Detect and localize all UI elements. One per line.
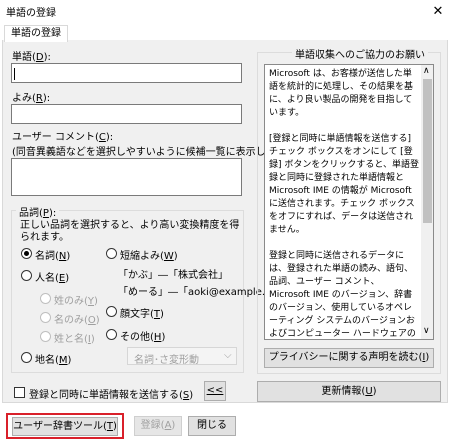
given-suffix: ): [95, 315, 100, 326]
comment-label-text: ユーザー コメント(: [12, 132, 99, 143]
radio-full-name-label[interactable]: 姓と名(I): [54, 330, 95, 345]
short-key: W: [163, 251, 174, 262]
emoticon-text: 顔文字(: [120, 309, 154, 320]
radio-given-only[interactable]: [40, 312, 51, 323]
privacy-text-area[interactable]: Microsoft は、お客様が送信した単語を統計的に処理し、その結果を基に、よ…: [264, 64, 434, 340]
register-text: 登録(: [140, 420, 165, 431]
scroll-down-icon[interactable]: ∨: [423, 326, 430, 336]
privacy-scrollbar[interactable]: ∧ ∨: [421, 65, 433, 339]
privacy-text: Microsoft は、お客様が送信した単語を統計的に処理し、その結果を基に、よ…: [269, 69, 420, 339]
chevron-down-icon: ⌵: [224, 350, 232, 361]
privacy-btn-text: プライバシーに関する声明を読む(: [268, 352, 423, 363]
person-suffix: ): [65, 273, 70, 284]
tab-word-registration[interactable]: 単語の登録: [4, 25, 68, 42]
radio-emoticon-label[interactable]: 顔文字(T): [120, 305, 164, 320]
radio-surname-only-label[interactable]: 姓のみ(Y): [54, 292, 98, 307]
send-text: 登録と同時に単語情報を送信する(: [29, 390, 183, 401]
radio-given-only-label[interactable]: 名のみ(O): [54, 311, 100, 326]
short-suffix: ): [173, 251, 178, 262]
place-suffix: ): [67, 355, 72, 366]
person-text: 人名(: [35, 273, 59, 284]
privacy-btn-suffix: ): [425, 352, 430, 363]
privacy-statement-button[interactable]: プライバシーに関する声明を読む(I): [264, 348, 434, 368]
title-bar: 単語の登録 ✕: [0, 0, 450, 24]
short-text: 短縮よみ(: [120, 251, 164, 262]
word-input[interactable]: [11, 63, 242, 83]
send-word-info-label[interactable]: 登録と同時に単語情報を送信する(S): [29, 386, 193, 401]
reading-input[interactable]: [11, 104, 242, 124]
send-word-info-checkbox[interactable]: [14, 387, 25, 398]
surname-suffix: ): [94, 296, 98, 307]
subcategory-value: 名詞･さ変形動: [134, 355, 199, 366]
udt-text: ユーザー辞書ツール(: [13, 421, 107, 432]
radio-other[interactable]: [106, 329, 117, 340]
close-button[interactable]: 閉じる: [188, 416, 236, 436]
pos-title-text: 品詞(: [19, 208, 43, 219]
other-text: その他(: [120, 332, 154, 343]
pos-title-suffix: ):: [48, 208, 57, 219]
surname-text: 姓のみ(: [54, 296, 88, 307]
radio-short-reading[interactable]: [106, 248, 117, 259]
given-key: O: [87, 315, 96, 326]
place-key: M: [58, 355, 68, 366]
radio-other-label[interactable]: その他(H): [120, 328, 165, 343]
fullname-text: 姓と名(: [54, 334, 88, 345]
comment-label: ユーザー コメント(C):: [12, 128, 113, 143]
update-suffix: ): [372, 386, 377, 397]
update-info-button[interactable]: 更新情報(U): [257, 381, 441, 402]
reading-label-suffix: ):: [42, 93, 51, 104]
other-suffix: ): [161, 332, 166, 343]
send-suffix: ): [189, 390, 194, 401]
word-registration-window: 単語の登録 ✕ 単語の登録 単語(D): よみ(R): ユーザー コメント(C)…: [0, 0, 450, 442]
radio-surname-only[interactable]: [40, 293, 51, 304]
user-dictionary-tool-button[interactable]: ユーザー辞書ツール(T): [12, 417, 118, 436]
collapse-button[interactable]: <<: [204, 381, 226, 401]
reading-label-key: R: [35, 93, 43, 104]
given-text: 名のみ(: [54, 315, 88, 326]
radio-person-name-label[interactable]: 人名(E): [35, 269, 69, 284]
comment-label-suffix: ):: [105, 132, 114, 143]
radio-short-reading-label[interactable]: 短縮よみ(W): [120, 247, 178, 262]
radio-place-name[interactable]: [21, 352, 32, 363]
word-label-text: 単語(: [12, 52, 36, 63]
reading-label-text: よみ(: [12, 93, 36, 104]
tab-label: 単語の登録: [11, 28, 61, 39]
privacy-group-title: 単語収集へのご協力のお願い: [292, 46, 428, 61]
update-key: U: [365, 386, 373, 397]
radio-person-name[interactable]: [21, 270, 32, 281]
close-text: 閉じる: [197, 420, 227, 431]
close-icon[interactable]: ✕: [426, 1, 450, 23]
radio-noun[interactable]: [21, 248, 32, 259]
comment-input[interactable]: [11, 158, 242, 196]
collapse-label: <<: [206, 385, 224, 396]
reading-label: よみ(R):: [12, 89, 50, 104]
scroll-up-icon[interactable]: ∧: [423, 66, 430, 76]
scroll-thumb[interactable]: [423, 79, 432, 223]
register-suffix: ): [171, 420, 176, 431]
pos-group-title: 品詞(P):: [16, 204, 60, 219]
word-label-key: D: [35, 52, 44, 63]
place-text: 地名(: [35, 355, 59, 366]
noun-text: 名詞(: [35, 251, 59, 262]
word-label: 単語(D):: [12, 48, 51, 63]
comment-hint: (同音異義語などを選択しやすいように候補一覧に表示します): [12, 147, 290, 158]
example-kabu: 「かぶ」―「株式会社」: [118, 270, 228, 281]
radio-place-name-label[interactable]: 地名(M): [35, 351, 71, 366]
emoticon-suffix: ): [160, 309, 164, 320]
fullname-suffix: ): [90, 334, 95, 345]
pos-description: 正しい品詞を選択すると、より高い変換精度を得られます。: [20, 220, 240, 243]
noun-suffix: ): [66, 251, 71, 262]
text-caret: [14, 68, 15, 80]
radio-noun-label[interactable]: 名詞(N): [35, 247, 70, 262]
word-label-suffix: ):: [43, 52, 51, 63]
comment-label-key: C: [98, 132, 106, 143]
pos-subcategory-dropdown[interactable]: 名詞･さ変形動 ⌵: [127, 347, 237, 366]
radio-full-name[interactable]: [40, 331, 51, 342]
register-button[interactable]: 登録(A): [134, 416, 182, 436]
update-text: 更新情報(: [321, 386, 366, 397]
window-title: 単語の登録: [6, 8, 56, 19]
udt-suffix: ): [112, 421, 117, 432]
radio-emoticon[interactable]: [106, 306, 117, 317]
